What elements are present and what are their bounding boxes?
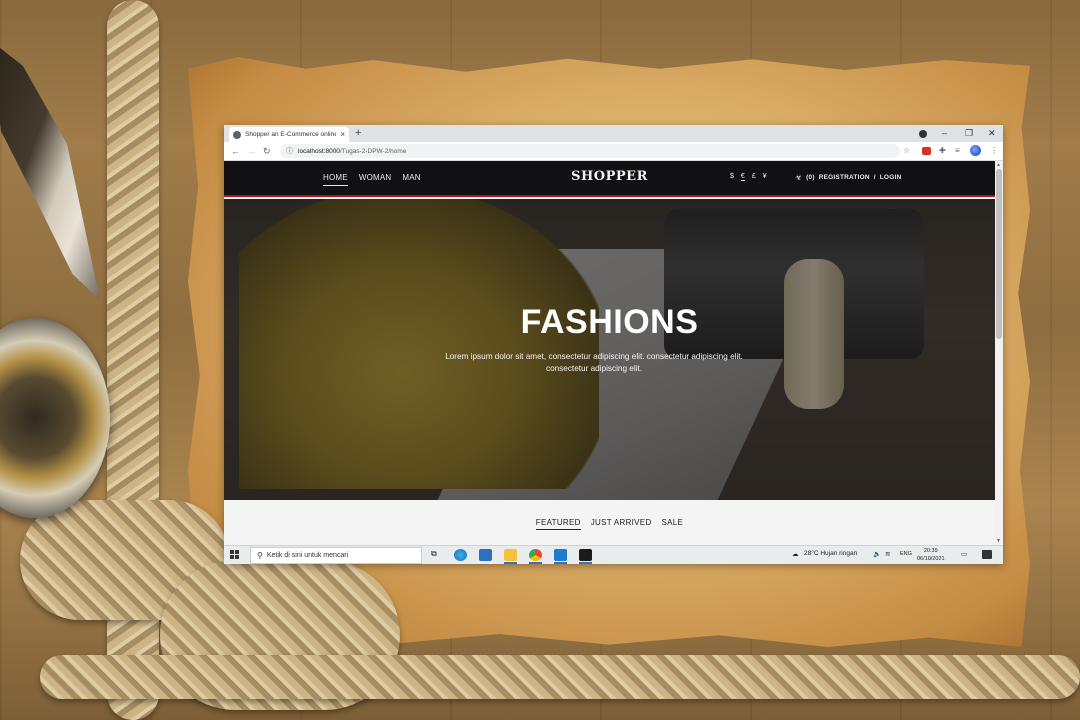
taskbar-search-input[interactable]: ⚲ Ketik di sini untuk mencari [250,547,422,564]
hero-banner: FASHIONS Lorem ipsum dolor sit amet, con… [224,199,995,500]
url-path: /Tugas-2-DPW-2/home [339,147,407,155]
site-header: HOME WOMAN MAN SHOPPER $ € £ ¥ ☣ (0) REG… [224,161,995,197]
rope-decoration [40,655,1080,699]
extension-adblock-icon[interactable] [922,147,931,155]
terminal-icon[interactable] [579,549,592,564]
weather-icon[interactable]: ☁ [792,550,799,558]
taskbar-clock[interactable]: 20:39 06/10/2021 [917,547,945,563]
currency-eur[interactable]: € [740,173,745,181]
page-viewport: HOME WOMAN MAN SHOPPER $ € £ ¥ ☣ (0) REG… [224,161,995,545]
back-arrow-icon[interactable]: ← [231,145,240,157]
browser-tab[interactable]: Shopper an E-Commerce online × [229,127,349,142]
extensions-puzzle-icon[interactable]: ✚ [939,146,946,156]
currency-jpy[interactable]: ¥ [763,173,767,181]
scrollbar-thumb[interactable] [996,169,1002,339]
windows-taskbar: ⚲ Ketik di sini untuk mencari ⧉ ☁ 28°C H… [224,545,1003,564]
desktop-peek-icon[interactable]: ▭ [961,550,967,558]
record-icon[interactable] [919,130,927,138]
reload-icon[interactable]: ↻ [263,145,271,157]
info-icon[interactable]: ⓘ [286,146,293,156]
hero-description: Lorem ipsum dolor sit amet, consectetur … [445,352,743,373]
account-links: ☣ (0) REGISTRATION / LOGIN [795,173,901,182]
menu-kebab-icon[interactable]: ⋮ [990,146,998,156]
restore-button[interactable]: ❐ [965,127,973,139]
clock-date: 06/10/2021 [917,556,945,562]
login-link[interactable]: LOGIN [880,174,902,181]
scroll-down-icon[interactable]: ▼ [996,538,1001,544]
windows-start-icon[interactable] [230,550,239,559]
network-icon[interactable]: ≋ [885,550,890,558]
task-view-icon[interactable]: ⧉ [431,549,437,559]
vscode-icon[interactable] [554,549,567,564]
language-indicator[interactable]: ENG [900,551,912,557]
separator: / [873,174,876,181]
currency-switcher: $ € £ ¥ [730,173,767,181]
address-bar[interactable]: ⓘ localhost:8000/Tugas-2-DPW-2/home [280,144,900,158]
minimize-button[interactable]: – [942,127,947,139]
search-placeholder: Ketik di sini untuk mencari [266,552,349,559]
weather-text[interactable]: 28°C Hujan ringan [804,550,857,557]
browser-window: Shopper an E-Commerce online × + – ❐ ✕ ←… [224,125,1003,564]
chrome-icon[interactable] [529,549,542,564]
hero-title: FASHIONS [520,303,699,341]
registration-link[interactable]: REGISTRATION [819,174,870,181]
edge-icon[interactable] [454,549,467,561]
url-host: localhost:8000 [298,147,340,155]
browser-toolbar: ← → ↻ ⓘ localhost:8000/Tugas-2-DPW-2/hom… [224,142,1003,161]
clock-time: 20:39 [923,548,938,554]
url-text: localhost:8000/Tugas-2-DPW-2/home [298,148,406,155]
tab-featured[interactable]: FEATURED [535,518,581,530]
tab-just-arrived[interactable]: JUST ARRIVED [591,518,652,530]
mail-icon[interactable] [479,549,492,561]
forward-arrow-icon[interactable]: → [247,145,256,157]
volume-icon[interactable]: 🔈 [873,550,881,558]
new-tab-button[interactable]: + [355,127,361,140]
globe-icon [233,130,241,139]
close-window-button[interactable]: ✕ [988,127,996,139]
product-filter-tabs: FEATURED JUST ARRIVED SALE [224,518,995,530]
basket-count[interactable]: (0) [806,174,815,181]
bookmark-star-icon[interactable]: ☆ [903,146,910,156]
scroll-up-icon[interactable]: ▲ [996,162,1001,168]
basket-icon[interactable]: ☣ [795,173,802,182]
tab-sale[interactable]: SALE [662,518,684,530]
currency-usd[interactable]: $ [730,173,734,181]
file-explorer-icon[interactable] [504,549,517,564]
profile-avatar[interactable] [970,145,981,156]
reading-list-icon[interactable]: ≡ [955,146,960,156]
tab-title: Shopper an E-Commerce online [245,131,337,138]
currency-gbp[interactable]: £ [752,173,756,181]
page-scrollbar[interactable]: ▲ ▼ [995,161,1003,545]
hero-overlay [224,199,995,500]
notification-icon[interactable] [982,550,992,559]
close-tab-icon[interactable]: × [340,130,345,139]
search-icon: ⚲ [257,551,263,560]
tab-strip: Shopper an E-Commerce online × + – ❐ ✕ [224,125,1003,142]
